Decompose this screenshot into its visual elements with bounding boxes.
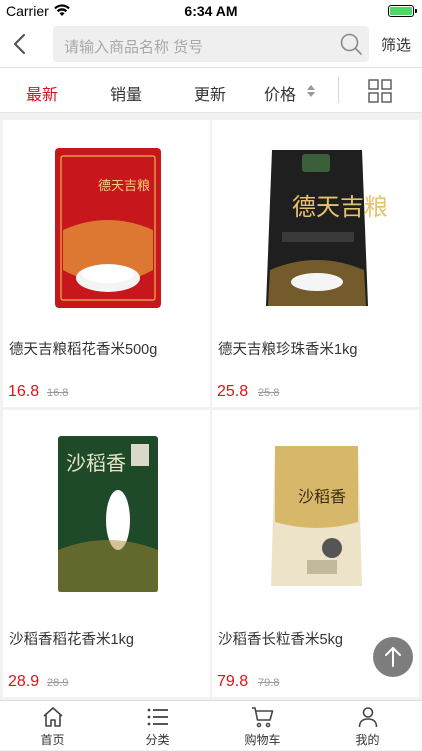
product-name: 沙稻香稻花香米1kg (9, 632, 134, 648)
product-card[interactable]: 德天吉粮 德天吉粮珍珠香米1kg 25.8 25.8 (212, 120, 419, 407)
product-original-price: 16.8 (47, 387, 69, 399)
tab-label: 购物车 (244, 733, 281, 747)
search-icon[interactable] (339, 32, 363, 56)
tab-updated[interactable]: 更新 (194, 81, 226, 105)
grid-view-icon[interactable] (368, 79, 392, 103)
tab-label: 我的 (355, 733, 380, 747)
tab-label: 首页 (40, 733, 65, 747)
tab-price[interactable]: 价格 (264, 81, 296, 105)
battery-icon (388, 5, 417, 17)
user-icon (358, 707, 378, 728)
search-input[interactable]: 请输入商品名称 货号 (53, 26, 369, 62)
tab-mine[interactable]: 我的 (315, 701, 420, 751)
status-bar: Carrier 6:34 AM (0, 0, 422, 22)
product-image: 沙稻香 (58, 436, 158, 592)
back-to-top-button[interactable] (373, 637, 413, 677)
product-original-price: 25.8 (258, 387, 280, 399)
product-name: 德天吉粮稻花香米500g (9, 342, 158, 358)
tab-home[interactable]: 首页 (0, 701, 105, 751)
product-original-price: 28.9 (47, 677, 69, 689)
cart-icon (252, 707, 274, 728)
filter-button[interactable]: 筛选 (381, 34, 411, 55)
product-card[interactable]: 沙稻香 沙稻香稻花香米1kg 28.9 28.9 (3, 410, 210, 697)
sort-arrows-icon[interactable] (306, 84, 316, 98)
nav-bar: 请输入商品名称 货号 筛选 (0, 22, 422, 67)
product-card[interactable]: 德天吉粮 德天吉粮稻花香米500g 16.8 16.8 (3, 120, 210, 407)
product-image: 德天吉粮 (266, 150, 388, 306)
product-image: 沙稻香 (271, 446, 362, 586)
product-original-price: 79.8 (258, 677, 280, 689)
pack-label: 沙稻香 (66, 451, 126, 475)
pack-label: 沙稻香 (298, 487, 346, 506)
tab-sales[interactable]: 销量 (110, 81, 142, 105)
tab-cart[interactable]: 购物车 (210, 701, 315, 751)
divider (338, 77, 339, 103)
product-price: 25.8 (217, 383, 249, 400)
tab-newest[interactable]: 最新 (26, 81, 58, 105)
tab-label: 分类 (145, 733, 170, 747)
product-image: 德天吉粮 (55, 148, 161, 308)
product-name: 沙稻香长粒香米5kg (218, 632, 343, 648)
product-price: 28.9 (8, 673, 40, 690)
home-icon (43, 707, 63, 727)
list-icon (147, 708, 168, 726)
sort-bar: 最新 销量 更新 价格 (0, 67, 422, 113)
clock: 6:34 AM (184, 3, 238, 19)
search-placeholder: 请输入商品名称 货号 (64, 39, 204, 56)
product-price: 79.8 (217, 673, 249, 690)
product-price: 16.8 (8, 383, 40, 400)
bottom-tab-bar: 首页 分类 购物车 我的 (0, 700, 422, 750)
pack-label: 德天吉粮 (292, 193, 388, 221)
product-name: 德天吉粮珍珠香米1kg (218, 342, 358, 358)
pack-label: 德天吉粮 (98, 179, 150, 194)
tab-category[interactable]: 分类 (105, 701, 210, 751)
arrow-up-icon (385, 647, 401, 667)
back-arrow-icon[interactable] (10, 32, 30, 56)
